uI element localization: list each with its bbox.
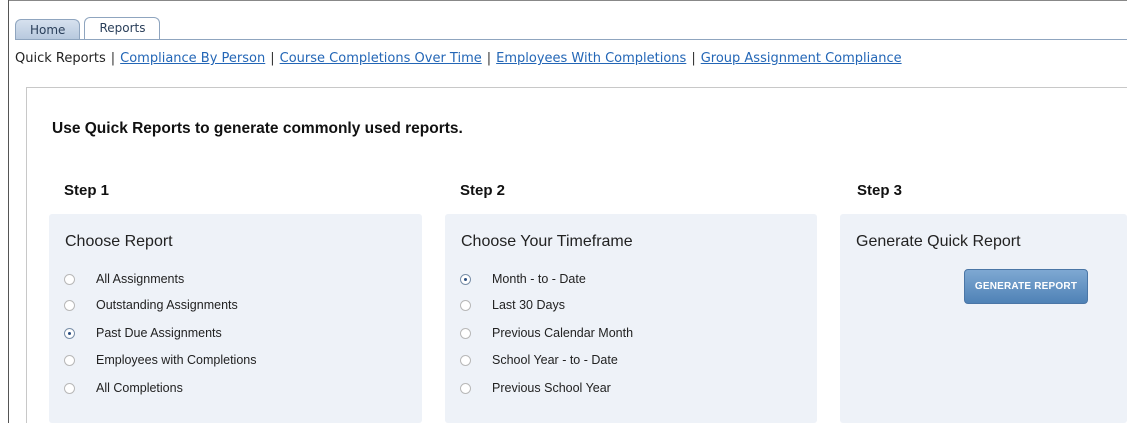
intro-text: Use Quick Reports to generate commonly u… — [52, 120, 463, 137]
tab-underline — [15, 39, 1127, 40]
radio-button[interactable] — [64, 354, 75, 366]
choose-timeframe-box: Choose Your Timeframe Month - to - Date … — [445, 214, 817, 423]
timeframe-option-label: Month - to - Date — [492, 272, 586, 286]
tab-home[interactable]: Home — [15, 19, 81, 39]
radio-button[interactable] — [64, 299, 75, 311]
choose-report-heading: Choose Report — [65, 233, 173, 250]
radio-button[interactable] — [64, 273, 75, 285]
tab-bar: Home Reports — [15, 17, 161, 39]
report-option-past-due-assignments[interactable]: Past Due Assignments — [64, 324, 222, 342]
subnav-link-group-assignment-compliance[interactable]: Group Assignment Compliance — [701, 51, 902, 66]
step-1-title: Step 1 — [64, 182, 110, 199]
report-option-all-completions[interactable]: All Completions — [64, 379, 183, 397]
report-option-label: All Completions — [96, 381, 183, 395]
report-option-label: Employees with Completions — [96, 353, 257, 367]
reports-subnav: Quick Reports | Compliance By Person | Cours… — [15, 51, 902, 66]
frame-left-border — [8, 0, 9, 423]
choose-timeframe-heading: Choose Your Timeframe — [461, 233, 633, 250]
report-option-label: All Assignments — [96, 272, 185, 286]
generate-report-box: Generate Quick Report GENERATE REPORT — [840, 214, 1127, 423]
choose-report-box: Choose Report All Assignments Outstandin… — [49, 214, 422, 423]
subnav-current-quick-reports: Quick Reports — [15, 51, 106, 66]
timeframe-option-month-to-date[interactable]: Month - to - Date — [460, 270, 586, 288]
radio-button-selected[interactable] — [460, 273, 471, 285]
subnav-separator: | — [486, 51, 492, 66]
timeframe-option-previous-school-year[interactable]: Previous School Year — [460, 379, 611, 397]
step-3-title: Step 3 — [857, 182, 903, 199]
generate-report-button[interactable]: GENERATE REPORT — [964, 269, 1088, 304]
subnav-link-employees-with-completions[interactable]: Employees With Completions — [496, 51, 686, 66]
frame-top-border — [8, 0, 1127, 1]
subnav-separator: | — [691, 51, 696, 66]
step-2-title: Step 2 — [460, 182, 506, 199]
radio-button[interactable] — [460, 299, 471, 311]
timeframe-option-school-year-to-date[interactable]: School Year - to - Date — [460, 351, 618, 369]
radio-button-selected[interactable] — [64, 327, 75, 339]
radio-button[interactable] — [460, 354, 471, 366]
report-option-label: Outstanding Assignments — [96, 298, 238, 312]
timeframe-option-label: Last 30 Days — [492, 298, 565, 312]
timeframe-option-label: School Year - to - Date — [492, 353, 618, 367]
report-option-all-assignments[interactable]: All Assignments — [64, 270, 184, 288]
radio-button[interactable] — [460, 382, 471, 394]
timeframe-option-label: Previous Calendar Month — [492, 326, 634, 340]
report-option-label: Past Due Assignments — [96, 326, 222, 340]
tab-reports[interactable]: Reports — [84, 17, 161, 39]
subnav-link-course-completions-over-time[interactable]: Course Completions Over Time — [280, 51, 482, 66]
radio-button[interactable] — [64, 382, 75, 394]
generate-report-heading: Generate Quick Report — [856, 233, 1021, 250]
report-option-outstanding-assignments[interactable]: Outstanding Assignments — [64, 296, 238, 314]
subnav-separator: | — [110, 51, 116, 66]
timeframe-option-label: Previous School Year — [492, 381, 611, 395]
timeframe-option-previous-calendar-month[interactable]: Previous Calendar Month — [460, 324, 633, 342]
report-option-employees-with-completions[interactable]: Employees with Completions — [64, 351, 257, 369]
subnav-link-compliance-by-person[interactable]: Compliance By Person — [120, 51, 265, 66]
timeframe-option-last-30-days[interactable]: Last 30 Days — [460, 296, 565, 314]
radio-button[interactable] — [460, 327, 471, 339]
subnav-separator: | — [270, 51, 275, 66]
